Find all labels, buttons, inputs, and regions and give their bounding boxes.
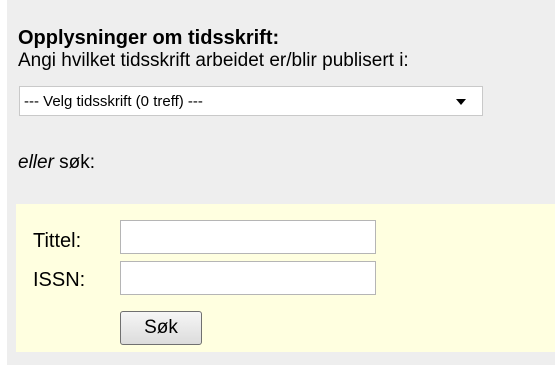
issn-label: ISSN: <box>33 269 86 291</box>
title-label: Tittel: <box>33 230 82 252</box>
journal-search-box: Tittel: ISSN: Søk <box>16 204 555 352</box>
journal-select-value: --- Velg tidsskrift (0 treff) --- <box>24 93 203 110</box>
search-button[interactable]: Søk <box>120 311 202 345</box>
section-heading: Opplysninger om tidsskrift: <box>18 27 280 49</box>
chevron-down-icon <box>456 99 466 105</box>
or-emphasis: eller <box>18 152 54 173</box>
or-search-text: eller søk: <box>18 152 95 174</box>
journal-select[interactable]: --- Velg tidsskrift (0 treff) --- <box>19 86 483 116</box>
or-search-rest: søk: <box>53 152 96 173</box>
journal-info-panel: Opplysninger om tidsskrift: Angi hvilket… <box>7 0 555 365</box>
title-input[interactable] <box>120 220 376 254</box>
issn-input[interactable] <box>120 261 376 295</box>
journal-instruction: Angi hvilket tidsskrift arbeidet er/blir… <box>18 50 409 71</box>
